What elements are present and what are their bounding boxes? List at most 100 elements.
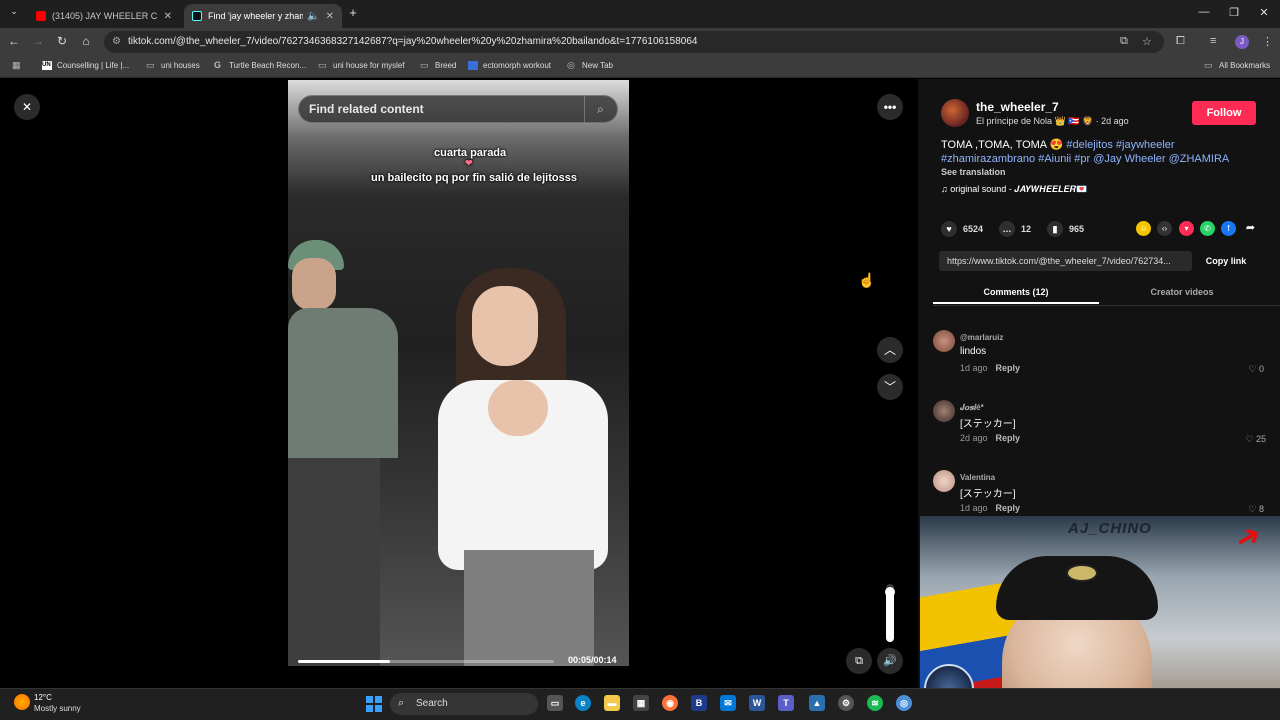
volume-icon[interactable]: 🔊 [877, 648, 903, 674]
follow-button[interactable]: Follow [1192, 101, 1256, 125]
comment-like[interactable]: ♡ 8 [1234, 504, 1264, 515]
edge-icon[interactable]: e [575, 695, 591, 711]
task-view-icon[interactable]: ▭ [547, 695, 563, 711]
extensions-icon[interactable]: ⧠ [1176, 35, 1185, 48]
bookmark-counselling[interactable]: UN Counselling | Life |... [42, 61, 129, 70]
site-info-icon[interactable]: ⚙ [112, 31, 121, 53]
microsoft-store-icon[interactable]: ▦ [633, 695, 649, 711]
tab-comments[interactable]: Comments (12) [933, 284, 1099, 304]
bookmark-uni-houses[interactable]: ▭ uni houses [146, 61, 200, 71]
comment-age: 1d ago [960, 363, 988, 373]
previous-video-button[interactable]: ︿ [877, 337, 903, 363]
bookmark-ectomorph[interactable]: ectomorph workout [468, 61, 551, 70]
whatsapp-icon[interactable]: ✆ [1200, 221, 1215, 236]
author-avatar[interactable] [941, 99, 969, 127]
bookmark-turtle-beach[interactable]: G Turtle Beach Recon... [214, 61, 306, 71]
bookmark-star-icon[interactable]: ☆ [1142, 35, 1152, 48]
volume-knob[interactable] [885, 587, 895, 597]
close-window-icon[interactable]: ✕ [1256, 6, 1272, 19]
tab-search-icon[interactable]: ⌄ [6, 6, 22, 17]
more-options-icon[interactable]: ••• [877, 94, 903, 120]
comment-username[interactable]: @marlaruiz [960, 333, 1003, 342]
author-username[interactable]: the_wheeler_7 [976, 100, 1059, 114]
teams-icon[interactable]: T [778, 695, 794, 711]
related-search-input[interactable]: Find related content [298, 95, 618, 123]
share-arrow-icon[interactable]: ➦ [1243, 221, 1258, 236]
profile-avatar[interactable]: J [1235, 35, 1249, 49]
spotify-icon[interactable]: ≋ [867, 695, 883, 711]
hashtags-line2[interactable]: #zhamirazambrano #Aiunii #pr @Jay Wheele… [941, 153, 1229, 165]
reply-button[interactable]: Reply [996, 363, 1021, 373]
comment-stat[interactable]: … 12 [999, 221, 1031, 237]
sound-link[interactable]: ♫ original sound - 𝑱𝑨𝒀𝑾𝑯𝑬𝑬𝑳𝑬𝑹💌 [941, 184, 1087, 195]
search-icon: ⌕ [398, 697, 405, 709]
send-icon[interactable]: ▾ [1179, 221, 1194, 236]
comment-like[interactable]: ♡ 0 [1234, 364, 1264, 375]
install-app-icon[interactable]: ⧉ [1120, 35, 1128, 48]
tab-label: Find 'jay wheeler y zhamira [208, 11, 304, 21]
back-icon[interactable]: ← [6, 34, 22, 48]
forward-icon[interactable]: → [30, 34, 46, 48]
menu-icon[interactable]: ⋮ [1262, 35, 1273, 48]
weather-sun-icon[interactable] [14, 694, 30, 710]
file-explorer-icon[interactable]: ▬ [604, 695, 620, 711]
comment-like[interactable]: ♡ 25 [1236, 434, 1266, 445]
copy-link-button[interactable]: Copy link [1199, 251, 1253, 271]
author-subtitle: El príncipe de Nola 👑 🇵🇷 🦁 · 2d ago [976, 116, 1129, 126]
minimize-icon[interactable]: — [1196, 6, 1212, 18]
bookmark-uni-house[interactable]: ▭ uni house for myslef [318, 61, 405, 71]
comment-avatar[interactable] [933, 400, 955, 422]
video-progress-bar[interactable] [298, 660, 554, 663]
word-icon[interactable]: W [749, 695, 765, 711]
reply-button[interactable]: Reply [996, 503, 1021, 513]
photos-icon[interactable]: ▲ [809, 695, 825, 711]
bookmark-breed[interactable]: ▭ Breed [420, 61, 456, 71]
next-video-button[interactable]: ﹀ [877, 374, 903, 400]
taskbar-search[interactable]: Search [390, 693, 538, 715]
share-link-field[interactable]: https://www.tiktok.com/@the_wheeler_7/vi… [939, 251, 1192, 271]
address-bar[interactable]: ⚙ tiktok.com/@the_wheeler_7/video/762734… [104, 31, 1164, 53]
all-bookmarks[interactable]: ▭ All Bookmarks [1204, 61, 1270, 71]
comment-icon: … [999, 221, 1015, 237]
video-player[interactable] [288, 80, 629, 666]
weather-temperature[interactable]: 12°C [34, 693, 52, 702]
b-app-icon[interactable]: B [691, 695, 707, 711]
like-stat[interactable]: ♥ 6524 [941, 221, 983, 237]
post-description: TOMA ,TOMA, TOMA 😍 #delejitos #jaywheele… [941, 138, 1251, 166]
home-icon[interactable]: ⌂ [78, 34, 94, 48]
apps-icon[interactable]: ▦ [12, 61, 27, 70]
facebook-icon[interactable]: f [1221, 221, 1236, 236]
video-caption-line2: un bailecito pq por fin salió de lejitos… [371, 172, 577, 184]
firefox-icon[interactable]: ◉ [662, 695, 678, 711]
outlook-icon[interactable]: ✉ [720, 695, 736, 711]
settings-icon[interactable]: ⚙ [838, 695, 854, 711]
weather-description[interactable]: Mostly sunny [34, 704, 81, 713]
comment-avatar[interactable] [933, 330, 955, 352]
save-stat[interactable]: ▮ 965 [1047, 221, 1084, 237]
see-translation-link[interactable]: See translation [941, 167, 1006, 177]
tab-creator-videos[interactable]: Creator videos [1099, 284, 1265, 304]
browser-tab-youtube[interactable]: (31405) JAY WHEELER CHARLAN ✕ [28, 4, 180, 28]
embed-icon[interactable]: ‹› [1157, 221, 1172, 236]
speaker-icon[interactable]: 🔈 [307, 11, 319, 22]
chrome-taskbar-icon[interactable]: ◎ [896, 695, 912, 711]
coin-icon[interactable]: ☺ [1136, 221, 1151, 236]
search-icon[interactable]: ⌕ [584, 96, 616, 122]
new-tab-button[interactable]: + [345, 5, 361, 20]
reload-icon[interactable]: ↻ [54, 34, 70, 48]
picture-in-picture-icon[interactable]: ⧉ [846, 648, 872, 674]
close-video-button[interactable]: ✕ [14, 94, 40, 120]
bookmark-label: uni house for myslef [333, 61, 405, 70]
reading-list-icon[interactable]: ≡ [1210, 35, 1216, 47]
maximize-icon[interactable]: ❐ [1226, 6, 1242, 19]
close-tab-icon[interactable]: ✕ [164, 11, 172, 22]
windows-start-icon[interactable] [366, 696, 382, 712]
bookmark-new-tab[interactable]: ◎ New Tab [567, 61, 613, 71]
close-tab-icon[interactable]: ✕ [326, 11, 334, 22]
comment-username[interactable]: Valentina [960, 473, 995, 482]
comment-username[interactable]: 𝑱𝒐𝒔𝒊é* [960, 403, 984, 413]
reply-button[interactable]: Reply [996, 433, 1021, 443]
browser-tab-tiktok[interactable]: Find 'jay wheeler y zhamira 🔈 ✕ [184, 4, 342, 28]
hashtags-line1[interactable]: #delejitos #jaywheeler [1066, 139, 1174, 151]
comment-avatar[interactable] [933, 470, 955, 492]
